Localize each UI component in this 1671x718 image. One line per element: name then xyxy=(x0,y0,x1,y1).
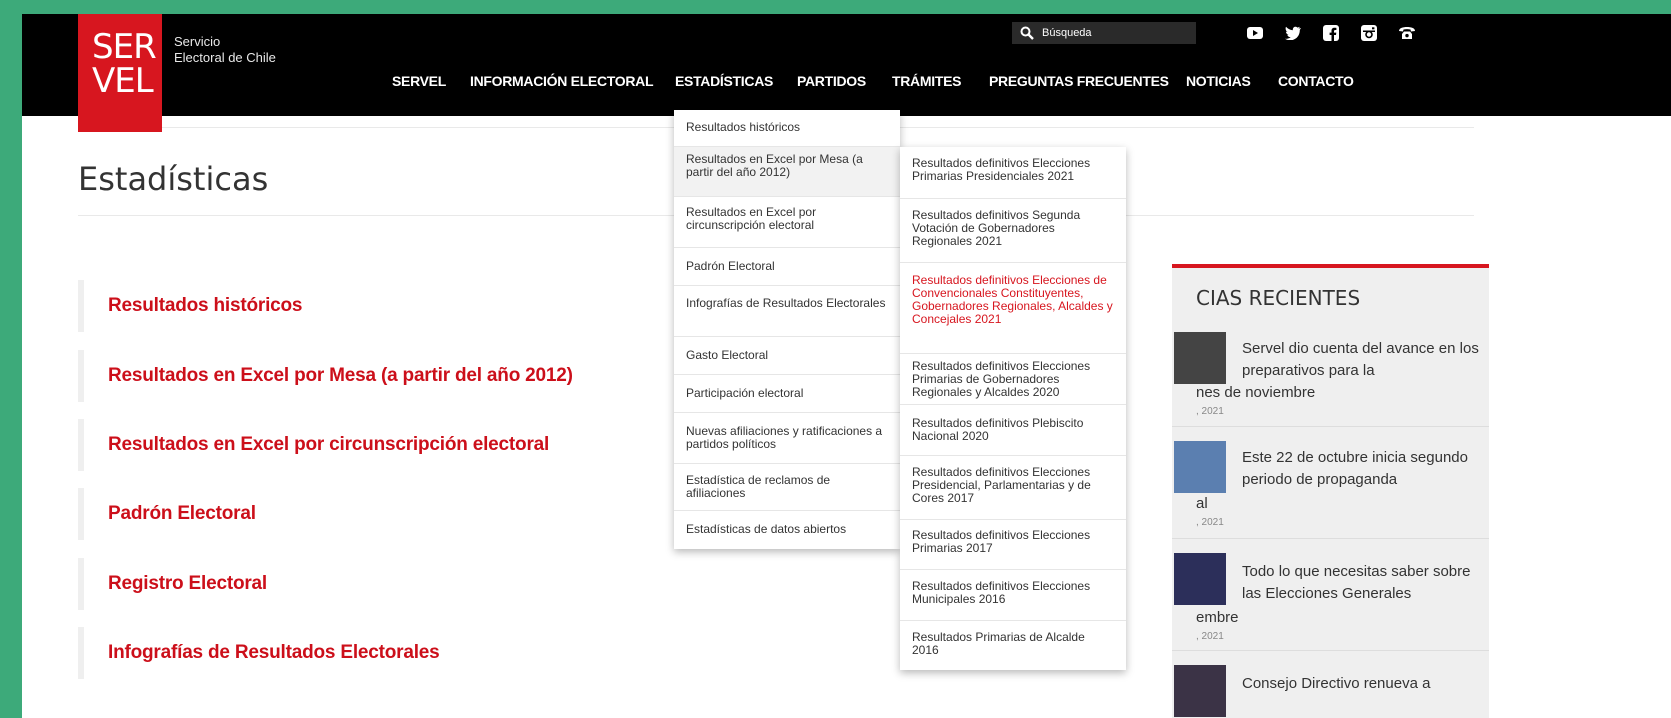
instagram-icon[interactable] xyxy=(1350,22,1388,44)
search-icon xyxy=(1020,26,1034,40)
servel-logo[interactable]: SER VEL xyxy=(78,14,162,132)
dropdown-item[interactable]: Estadística de reclamos de afiliaciones xyxy=(674,463,900,510)
browser-viewport: Servicio Electoral de Chile Búsqueda SER… xyxy=(22,14,1671,718)
link-label: Registro Electoral xyxy=(108,573,268,594)
tagline-line1: Servicio xyxy=(174,34,221,49)
dropdown-item[interactable]: Padrón Electoral xyxy=(674,247,900,285)
nav-item-servel[interactable]: SERVEL xyxy=(392,73,446,89)
facebook-icon[interactable] xyxy=(1312,22,1350,44)
submenu-item[interactable]: Resultados definitivos Elecciones Primar… xyxy=(900,147,1126,198)
site-tagline: Servicio Electoral de Chile xyxy=(174,34,276,66)
news-thumbnail xyxy=(1174,332,1226,384)
news-title: Servel dio cuenta del avance en los prep… xyxy=(1242,340,1479,379)
link-label: Resultados en Excel por circunscripción … xyxy=(108,434,550,455)
submenu-item[interactable]: Resultados definitivos Elecciones Munici… xyxy=(900,569,1126,620)
nav-item-noticias[interactable]: NOTICIAS xyxy=(1186,73,1251,89)
news-title: Todo lo que necesitas saber sobre las El… xyxy=(1242,563,1471,602)
dropdown-item[interactable]: Participación electoral xyxy=(674,374,900,412)
news-thumbnail xyxy=(1174,665,1226,717)
news-thumbnail xyxy=(1174,553,1226,605)
news-date: , 2021 xyxy=(1196,631,1224,642)
link-excel-circunscripcion[interactable]: Resultados en Excel por circunscripción … xyxy=(78,419,549,471)
news-title: Consejo Directivo renueva a xyxy=(1242,675,1431,692)
submenu-item[interactable]: Resultados definitivos Elecciones Primar… xyxy=(900,353,1126,404)
phone-icon[interactable] xyxy=(1388,22,1426,44)
link-registro-electoral[interactable]: Registro Electoral xyxy=(78,558,267,610)
nav-item-estadisticas[interactable]: ESTADÍSTICAS xyxy=(675,73,773,89)
link-label: Infografías de Resultados Electorales xyxy=(108,642,440,663)
submenu-item[interactable]: Resultados definitivos Segunda Votación … xyxy=(900,198,1126,262)
news-title-continued: al xyxy=(1196,495,1208,512)
news-title-continued: nes de noviembre xyxy=(1196,384,1316,401)
link-excel-por-mesa[interactable]: Resultados en Excel por Mesa (a partir d… xyxy=(78,350,573,402)
social-links xyxy=(1236,22,1426,44)
page-title: Estadísticas xyxy=(78,160,269,198)
nav-item-partidos[interactable]: PARTIDOS xyxy=(797,73,866,89)
resultados-submenu: Resultados definitivos Elecciones Primar… xyxy=(900,147,1126,670)
submenu-item-highlighted[interactable]: Resultados definitivos Elecciones de Con… xyxy=(900,262,1126,353)
dropdown-item[interactable]: Nuevas afiliaciones y ratificaciones a p… xyxy=(674,412,900,463)
link-resultados-historicos[interactable]: Resultados históricos xyxy=(78,280,302,332)
dropdown-item[interactable]: Infografías de Resultados Electorales xyxy=(674,285,900,336)
logo-text-bottom: VEL xyxy=(92,61,154,101)
news-heading: CIAS RECIENTES xyxy=(1196,286,1361,310)
news-item[interactable]: Todo lo que necesitas saber sobre las El… xyxy=(1172,539,1489,651)
news-item[interactable]: Este 22 de octubre inicia segundo period… xyxy=(1172,427,1489,539)
nav-item-tramites[interactable]: TRÁMITES xyxy=(892,73,961,89)
submenu-item[interactable]: Resultados definitivos Elecciones Primar… xyxy=(900,519,1126,569)
news-title-continued: embre xyxy=(1196,609,1239,626)
news-thumbnail xyxy=(1174,441,1226,493)
news-title: Este 22 de octubre inicia segundo period… xyxy=(1242,449,1468,488)
estadisticas-dropdown: Resultados históricos Resultados en Exce… xyxy=(674,110,900,549)
link-infografias[interactable]: Infografías de Resultados Electorales xyxy=(78,627,440,679)
news-date: , 2021 xyxy=(1196,406,1224,417)
dropdown-item[interactable]: Resultados históricos xyxy=(674,110,900,146)
dropdown-item[interactable]: Estadísticas de datos abiertos xyxy=(674,510,900,549)
news-item[interactable]: Servel dio cuenta del avance en los prep… xyxy=(1172,326,1489,427)
twitter-icon[interactable] xyxy=(1274,22,1312,44)
submenu-item[interactable]: Resultados definitivos Elecciones Presid… xyxy=(900,455,1126,519)
submenu-item[interactable]: Resultados definitivos Plebiscito Nacion… xyxy=(900,404,1126,455)
dropdown-item[interactable]: Resultados en Excel por circunscripción … xyxy=(674,196,900,247)
submenu-item[interactable]: Resultados Primarias de Alcalde 2016 xyxy=(900,620,1126,670)
news-sidebar: CIAS RECIENTES Servel dio cuenta del ava… xyxy=(1172,264,1489,718)
nav-item-preguntas-frecuentes[interactable]: PREGUNTAS FRECUENTES xyxy=(989,73,1169,89)
dropdown-item-active[interactable]: Resultados en Excel por Mesa (a partir d… xyxy=(674,146,900,196)
link-label: Resultados históricos xyxy=(108,295,303,316)
search-box[interactable]: Búsqueda xyxy=(1012,22,1196,44)
site-header: Servicio Electoral de Chile Búsqueda SER… xyxy=(22,14,1671,116)
logo-text-top: SER xyxy=(92,27,157,67)
link-label: Padrón Electoral xyxy=(108,503,256,524)
nav-item-contacto[interactable]: CONTACTO xyxy=(1278,73,1354,89)
youtube-icon[interactable] xyxy=(1236,22,1274,44)
search-placeholder: Búsqueda xyxy=(1042,27,1092,39)
link-label: Resultados en Excel por Mesa (a partir d… xyxy=(108,365,573,386)
dropdown-item[interactable]: Gasto Electoral xyxy=(674,336,900,374)
news-item[interactable]: Consejo Directivo renueva a xyxy=(1172,651,1489,718)
tagline-line2: Electoral de Chile xyxy=(174,50,276,65)
news-date: , 2021 xyxy=(1196,517,1224,528)
link-padron-electoral[interactable]: Padrón Electoral xyxy=(78,488,256,540)
nav-item-informacion-electoral[interactable]: INFORMACIÓN ELECTORAL xyxy=(470,73,654,89)
